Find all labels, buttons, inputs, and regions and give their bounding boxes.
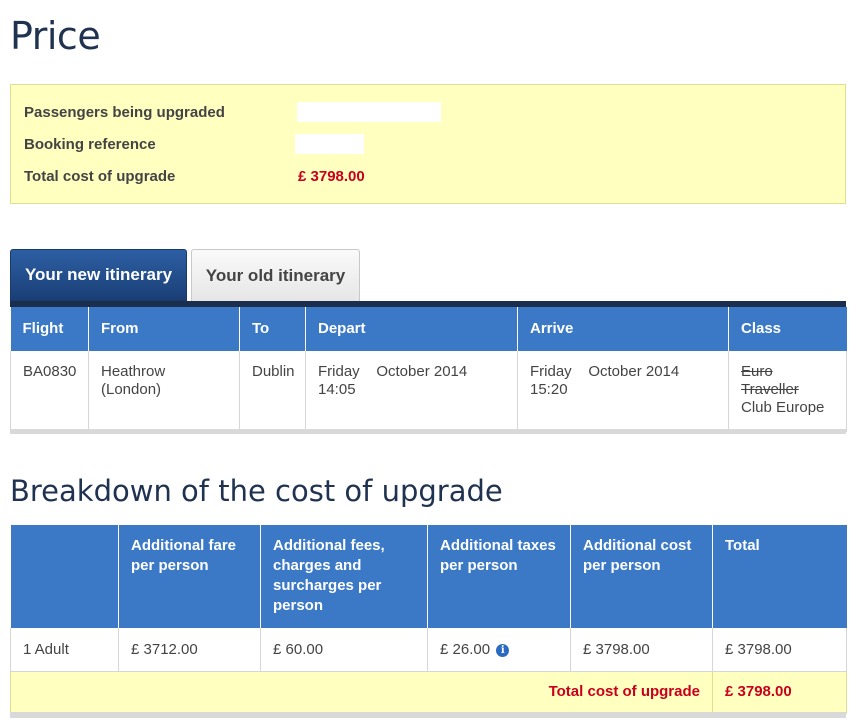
upgrade-summary: Passengers being upgraded Booking refere…: [10, 84, 846, 204]
col-additional-cost: Additional cost per person: [570, 525, 713, 628]
table-row: BA0830 Heathrow (London) Dublin Friday O…: [10, 351, 847, 432]
from-airport: Heathrow (London): [88, 351, 240, 432]
row-total-value: £ 3798.00: [712, 628, 847, 672]
cabin-class: Euro Traveller Club Europe: [728, 351, 847, 432]
itinerary-header-row: Flight From To Depart Arrive Class: [10, 307, 847, 351]
col-class: Class: [728, 307, 847, 351]
old-class: Euro Traveller: [741, 363, 799, 398]
col-additional-taxes: Additional taxes per person: [427, 525, 571, 628]
flight-number: BA0830: [10, 351, 89, 432]
itinerary-table: Flight From To Depart Arrive Class BA083…: [10, 307, 847, 432]
table-row: 1 Adult £ 3712.00 £ 60.00 £ 26.00 i £ 37…: [10, 628, 847, 672]
col-passenger: [10, 525, 119, 628]
booking-reference-value: [295, 134, 364, 154]
info-icon[interactable]: i: [496, 644, 510, 657]
new-class: Club Europe: [741, 399, 825, 416]
col-depart: Depart: [305, 307, 518, 351]
passengers-value: [297, 102, 441, 122]
total-cost-value: £ 3798.00: [298, 168, 365, 185]
col-total: Total: [712, 525, 847, 628]
cost-breakdown-table: Additional fare per person Additional fe…: [10, 525, 847, 714]
fare-value: £ 3712.00: [118, 628, 261, 672]
total-row: Total cost of upgrade £ 3798.00: [10, 671, 847, 714]
col-additional-fare: Additional fare per person: [118, 525, 261, 628]
passengers-label: Passengers being upgraded: [24, 104, 225, 121]
arrive-time: Friday October 2014 15:20: [517, 351, 729, 432]
cost-value: £ 3798.00: [570, 628, 713, 672]
col-from: From: [88, 307, 240, 351]
col-arrive: Arrive: [517, 307, 729, 351]
tab-old-itinerary[interactable]: Your old itinerary: [191, 249, 360, 301]
taxes-value: £ 26.00: [440, 641, 491, 658]
cost-header-row: Additional fare per person Additional fe…: [10, 525, 847, 628]
col-to: To: [239, 307, 306, 351]
table-divider: [10, 712, 846, 718]
col-flight: Flight: [10, 307, 89, 351]
depart-time: Friday October 2014 14:05: [305, 351, 518, 432]
passenger-type: 1 Adult: [10, 628, 119, 672]
taxes-cell: £ 26.00 i: [427, 628, 571, 672]
to-airport: Dublin: [239, 351, 306, 432]
tab-new-itinerary[interactable]: Your new itinerary: [10, 249, 187, 301]
fees-value: £ 60.00: [260, 628, 428, 672]
breakdown-total-value: £ 3798.00: [712, 671, 847, 714]
col-additional-fees: Additional fees, charges and surcharges …: [260, 525, 428, 628]
booking-reference-label: Booking reference: [24, 136, 156, 153]
total-cost-label: Total cost of upgrade: [24, 168, 176, 185]
table-divider: [10, 429, 846, 434]
page-title: Price: [10, 14, 101, 58]
breakdown-total-label: Total cost of upgrade: [10, 671, 713, 714]
breakdown-title: Breakdown of the cost of upgrade: [10, 474, 503, 508]
